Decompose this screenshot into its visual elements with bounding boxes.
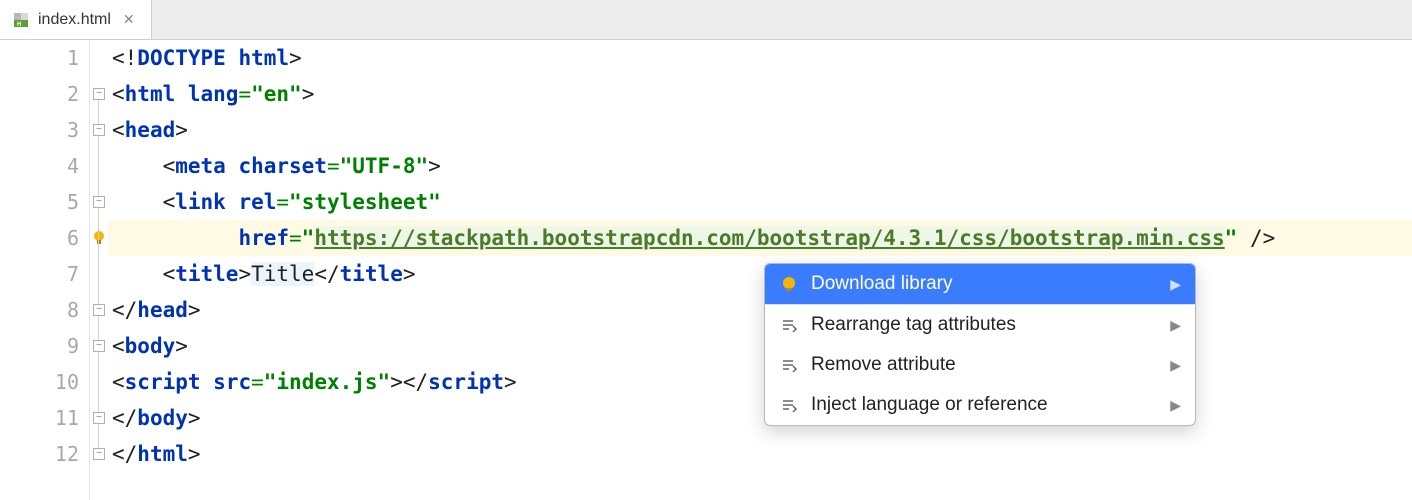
menu-item-download-library[interactable]: Download library ▶ — [765, 264, 1195, 304]
chevron-right-icon: ▶ — [1170, 276, 1181, 293]
editor-area: 1 2 3 4 5 6 7 8 9 10 11 12 − − − − − − −… — [0, 40, 1412, 500]
line-number: 8 — [67, 298, 79, 322]
menu-item-label: Remove attribute — [811, 354, 956, 376]
svg-text:H: H — [17, 22, 21, 28]
gutter: 1 2 3 4 5 6 7 8 9 10 11 12 — [0, 40, 90, 500]
code-line[interactable]: </body> — [108, 400, 1412, 436]
fold-marker[interactable]: − — [93, 304, 105, 316]
code-line[interactable]: </html> — [108, 436, 1412, 472]
edit-icon — [779, 315, 799, 335]
tab-bar: H index.html ✕ — [0, 0, 1412, 40]
code-line[interactable]: <head> — [108, 112, 1412, 148]
line-number: 4 — [67, 154, 79, 178]
fold-marker[interactable]: − — [93, 196, 105, 208]
fold-marker[interactable]: − — [93, 412, 105, 424]
code-line[interactable]: </head> — [108, 292, 1412, 328]
code-area[interactable]: <!DOCTYPE html> <html lang="en"> <head> … — [108, 40, 1412, 500]
menu-item-rearrange-attributes[interactable]: Rearrange tag attributes ▶ — [765, 305, 1195, 345]
chevron-right-icon: ▶ — [1170, 357, 1181, 374]
edit-icon — [779, 355, 799, 375]
code-line[interactable]: <html lang="en"> — [108, 76, 1412, 112]
line-number: 9 — [67, 334, 79, 358]
fold-marker[interactable]: − — [93, 448, 105, 460]
menu-item-remove-attribute[interactable]: Remove attribute ▶ — [765, 345, 1195, 385]
menu-item-label: Rearrange tag attributes — [811, 314, 1016, 336]
chevron-right-icon: ▶ — [1170, 397, 1181, 414]
code-line[interactable]: <!DOCTYPE html> — [108, 40, 1412, 76]
line-number: 1 — [67, 46, 79, 70]
edit-icon — [779, 395, 799, 415]
html-file-icon: H — [12, 11, 30, 29]
fold-marker[interactable]: − — [93, 88, 105, 100]
line-number: 2 — [67, 82, 79, 106]
line-number: 3 — [67, 118, 79, 142]
tab-label: index.html — [38, 11, 111, 29]
intention-actions-menu: Download library ▶ Rearrange tag attribu… — [764, 263, 1196, 426]
line-number: 5 — [67, 190, 79, 214]
menu-item-inject-language[interactable]: Inject language or reference ▶ — [765, 385, 1195, 425]
lightbulb-icon — [779, 274, 799, 294]
line-number: 7 — [67, 262, 79, 286]
code-line-active[interactable]: href="https://stackpath.bootstrapcdn.com… — [108, 220, 1412, 256]
code-line[interactable]: <title>Title</title> — [108, 256, 1412, 292]
code-line[interactable]: <link rel="stylesheet" — [108, 184, 1412, 220]
code-line[interactable]: <script src="index.js"></script> — [108, 364, 1412, 400]
code-line[interactable]: <meta charset="UTF-8"> — [108, 148, 1412, 184]
line-number: 10 — [55, 370, 79, 394]
line-number: 6 — [67, 226, 79, 250]
code-line[interactable]: <body> — [108, 328, 1412, 364]
close-icon[interactable]: ✕ — [119, 9, 139, 30]
menu-item-label: Download library — [811, 273, 953, 295]
line-number: 11 — [55, 406, 79, 430]
menu-item-label: Inject language or reference — [811, 394, 1048, 416]
chevron-right-icon: ▶ — [1170, 317, 1181, 334]
lightbulb-icon[interactable] — [90, 220, 108, 256]
fold-column: − − − − − − − — [90, 40, 108, 500]
file-tab[interactable]: H index.html ✕ — [0, 0, 152, 39]
fold-marker[interactable]: − — [93, 340, 105, 352]
line-number: 12 — [55, 442, 79, 466]
fold-marker[interactable]: − — [93, 124, 105, 136]
